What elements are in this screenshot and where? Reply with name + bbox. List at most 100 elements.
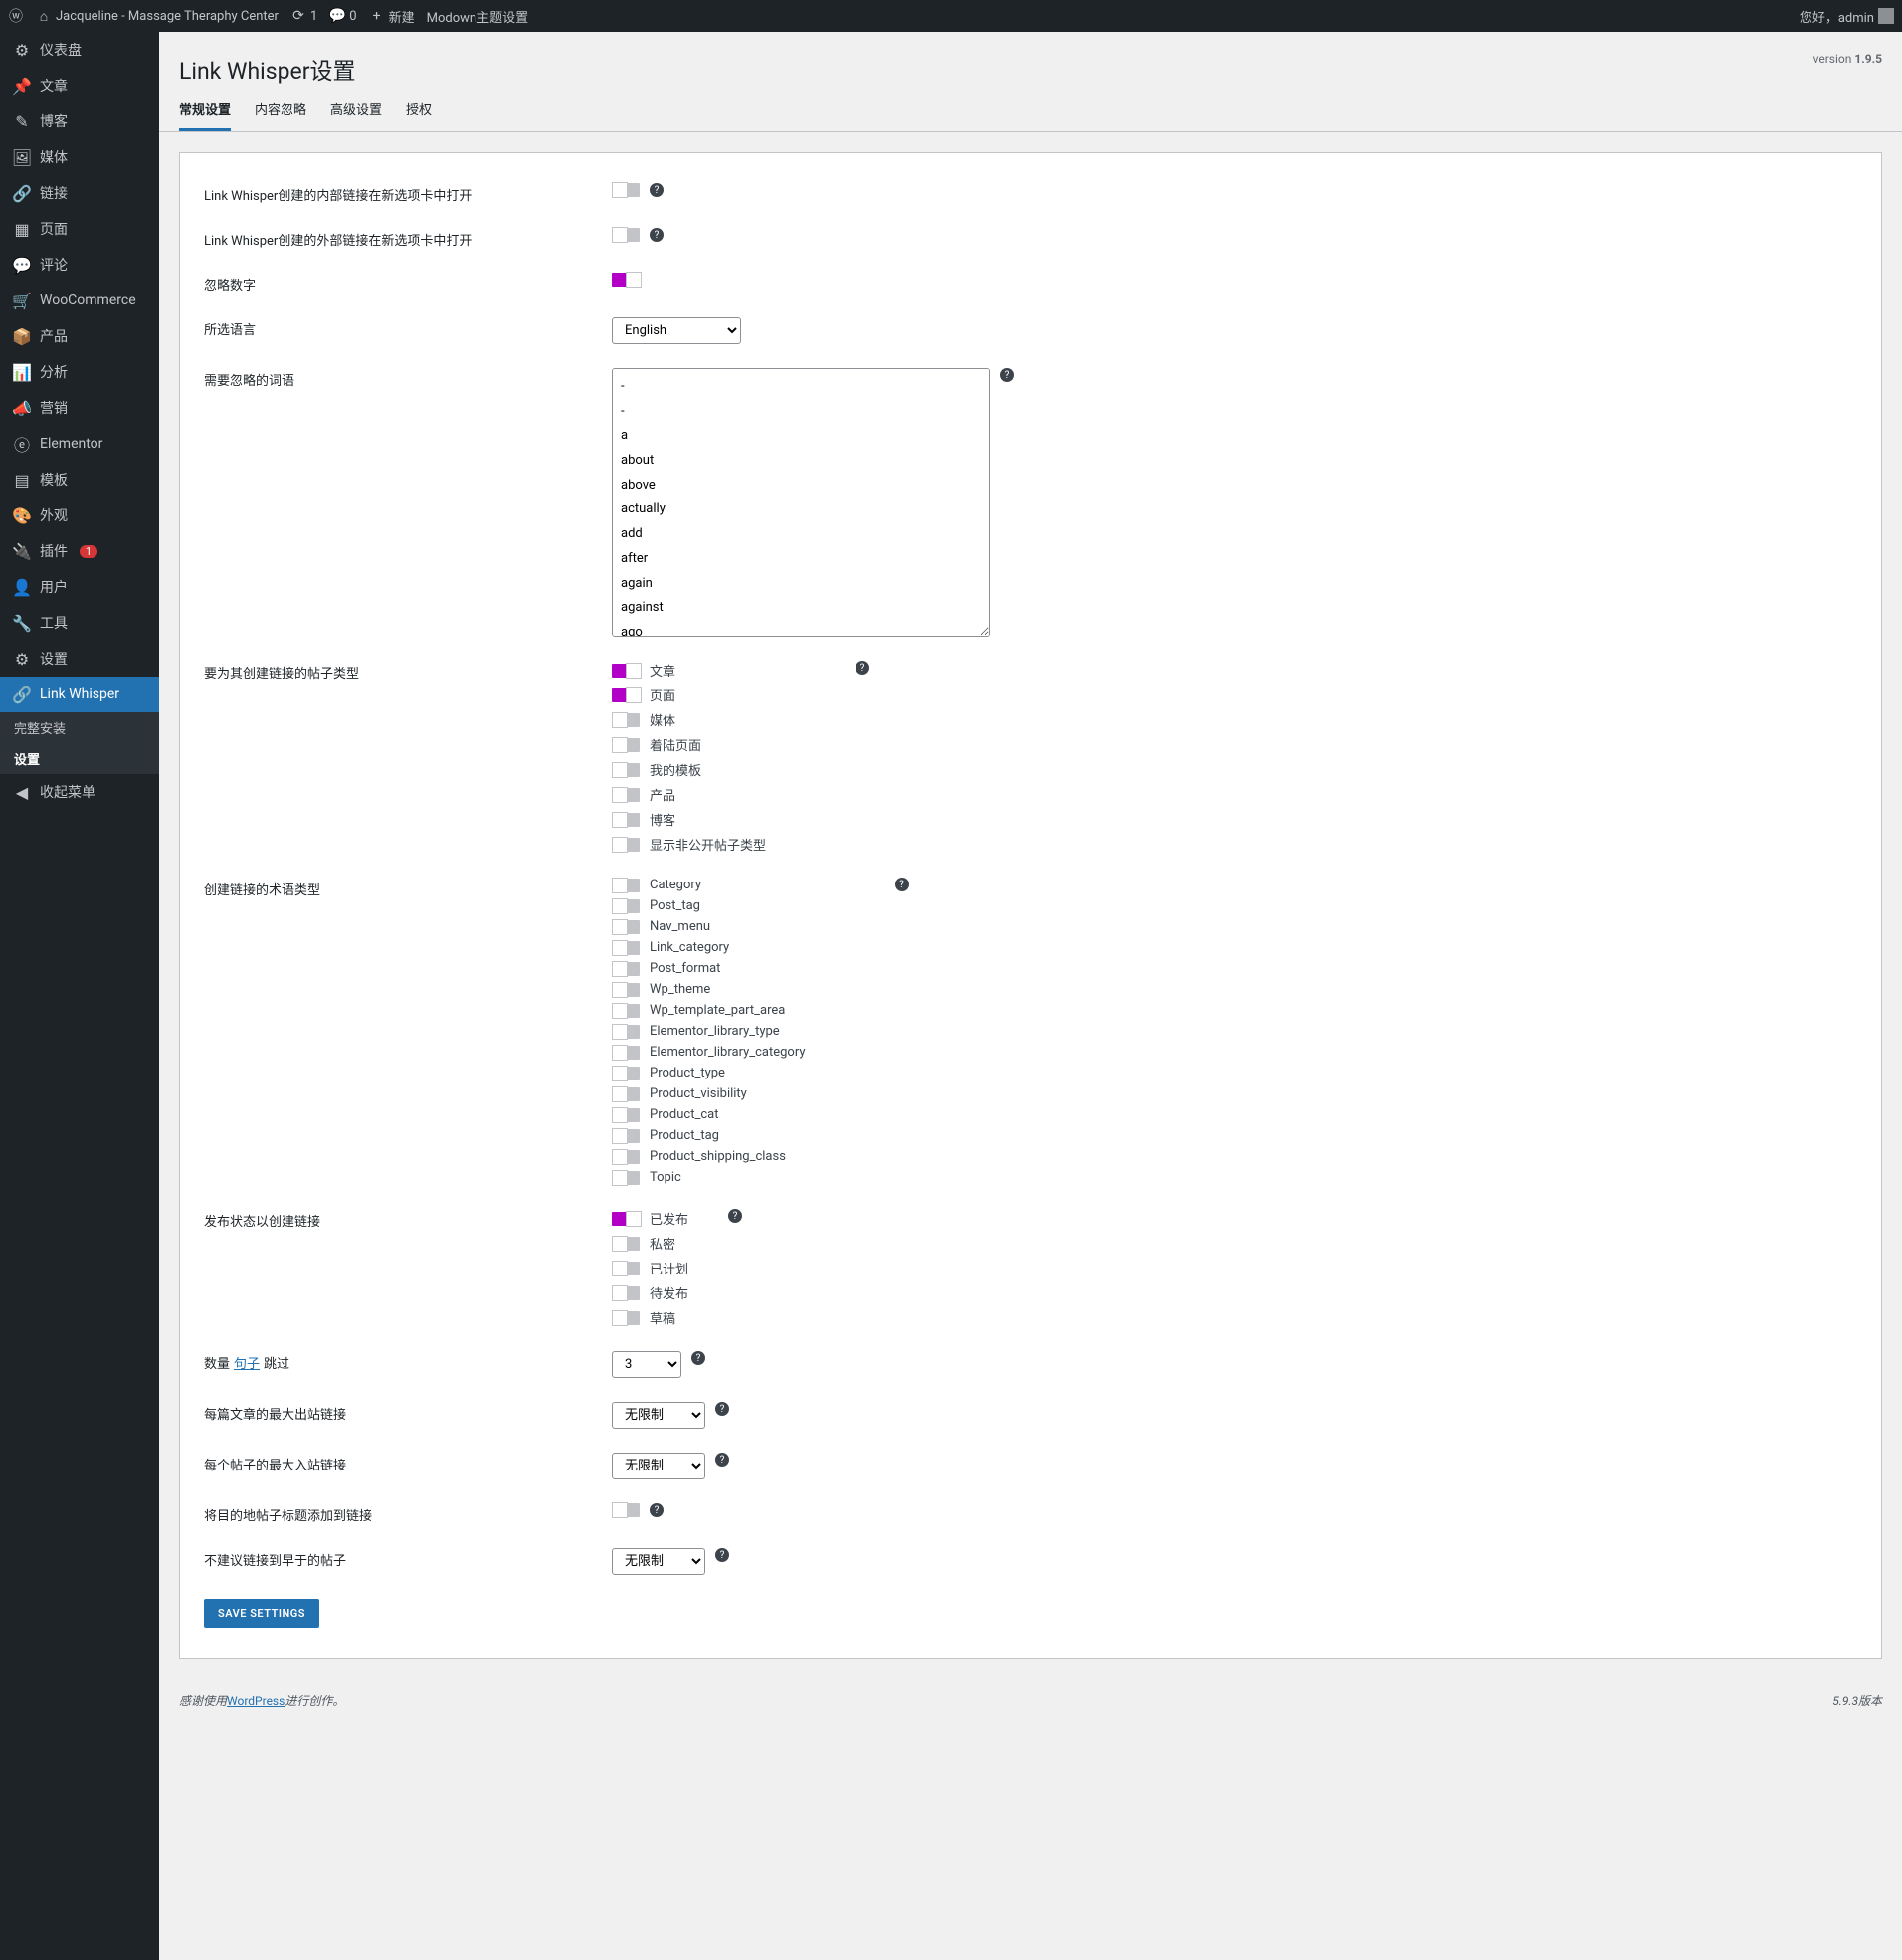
menu-item-3[interactable]: 🖼媒体	[0, 139, 159, 175]
toggle[interactable]	[612, 920, 640, 934]
toggle[interactable]	[612, 1212, 640, 1226]
toggle[interactable]	[612, 1237, 640, 1251]
help-icon[interactable]: ?	[728, 1209, 742, 1223]
toggle-label: Post_tag	[650, 898, 700, 913]
toggle[interactable]	[612, 688, 640, 702]
modown-link[interactable]: Modown主题设置	[427, 7, 528, 26]
help-icon[interactable]: ?	[1000, 368, 1014, 382]
add-title-toggle[interactable]	[612, 1503, 640, 1517]
publish-status-label: 发布状态以创建链接	[204, 1209, 612, 1230]
toggle[interactable]	[612, 1171, 640, 1185]
menu-label: 仪表盘	[40, 40, 82, 60]
menu-item-19[interactable]: ◀收起菜单	[0, 774, 159, 810]
help-icon[interactable]: ?	[715, 1548, 729, 1562]
help-icon[interactable]: ?	[856, 661, 869, 675]
toggle[interactable]	[612, 962, 640, 976]
help-icon[interactable]: ?	[650, 1503, 664, 1517]
menu-label: 评论	[40, 255, 68, 275]
sentence-link[interactable]: 句子	[234, 1357, 260, 1372]
badge: 1	[80, 545, 97, 558]
menu-item-17[interactable]: ⚙设置	[0, 641, 159, 677]
toggle[interactable]	[612, 788, 640, 802]
menu-icon: 📊	[12, 362, 32, 382]
menu-item-10[interactable]: 📣营销	[0, 390, 159, 426]
menu-item-5[interactable]: ▦页面	[0, 211, 159, 247]
menu-item-9[interactable]: 📊分析	[0, 354, 159, 390]
menu-item-1[interactable]: 📌文章	[0, 68, 159, 103]
menu-icon: 📦	[12, 326, 32, 346]
toggle[interactable]	[612, 1311, 640, 1325]
toggle[interactable]	[612, 1150, 640, 1164]
toggle-label: 待发布	[650, 1283, 688, 1302]
max-inbound-select[interactable]: 无限制	[612, 1453, 705, 1479]
menu-icon: 🛒	[12, 291, 32, 310]
menu-item-11[interactable]: ⓔElementor	[0, 426, 159, 462]
toggle[interactable]	[612, 1046, 640, 1060]
refresh-icon: ⟳	[290, 8, 306, 24]
tab[interactable]: 高级设置	[330, 99, 382, 131]
toggle[interactable]	[612, 1129, 640, 1143]
submenu-item[interactable]: 设置	[0, 743, 159, 774]
tab[interactable]: 内容忽略	[255, 99, 306, 131]
toggle[interactable]	[612, 813, 640, 827]
external-newtab-toggle[interactable]	[612, 228, 640, 242]
settings-tabs: 常规设置内容忽略高级设置授权	[159, 86, 1902, 132]
ignore-numbers-toggle[interactable]	[612, 273, 640, 287]
toggle[interactable]	[612, 1108, 640, 1122]
toggle[interactable]	[612, 1286, 640, 1300]
site-name-link[interactable]: ⌂Jacqueline - Massage Theraphy Center	[36, 8, 279, 24]
toggle[interactable]	[612, 1087, 640, 1101]
term-types-label: 创建链接的术语类型	[204, 878, 612, 898]
menu-item-18[interactable]: 🔗Link Whisper	[0, 677, 159, 712]
toggle[interactable]	[612, 983, 640, 997]
no-old-select[interactable]: 无限制	[612, 1548, 705, 1575]
menu-label: 收起菜单	[40, 782, 95, 802]
help-icon[interactable]: ?	[715, 1402, 729, 1416]
save-button[interactable]: SAVE SETTINGS	[204, 1599, 319, 1628]
menu-item-14[interactable]: 🔌插件1	[0, 533, 159, 569]
toggle[interactable]	[612, 713, 640, 727]
toggle[interactable]	[612, 879, 640, 892]
internal-newtab-toggle[interactable]	[612, 183, 640, 197]
toggle-label: Link_category	[650, 940, 729, 955]
menu-item-7[interactable]: 🛒WooCommerce	[0, 283, 159, 318]
help-icon[interactable]: ?	[691, 1351, 705, 1365]
max-outbound-select[interactable]: 无限制	[612, 1402, 705, 1429]
help-icon[interactable]: ?	[715, 1453, 729, 1467]
menu-item-0[interactable]: ⚙仪表盘	[0, 32, 159, 68]
menu-item-6[interactable]: 💬评论	[0, 247, 159, 283]
menu-item-8[interactable]: 📦产品	[0, 318, 159, 354]
wordpress-link[interactable]: WordPress	[227, 1694, 285, 1708]
toggle[interactable]	[612, 899, 640, 913]
comments-link[interactable]: 💬0	[329, 8, 356, 24]
ignore-words-textarea[interactable]: - - a about above actually add after aga…	[612, 368, 990, 637]
menu-item-4[interactable]: 🔗链接	[0, 175, 159, 211]
submenu-item[interactable]: 完整安装	[0, 712, 159, 743]
wp-logo[interactable]: ⓦ	[8, 8, 24, 24]
toggle[interactable]	[612, 763, 640, 777]
updates-link[interactable]: ⟳1	[290, 8, 317, 24]
menu-item-16[interactable]: 🔧工具	[0, 605, 159, 641]
tab[interactable]: 常规设置	[179, 99, 231, 131]
toggle[interactable]	[612, 1004, 640, 1018]
toggle[interactable]	[612, 664, 640, 678]
toggle[interactable]	[612, 1025, 640, 1039]
menu-item-15[interactable]: 👤用户	[0, 569, 159, 605]
help-icon[interactable]: ?	[895, 878, 909, 891]
tab[interactable]: 授权	[406, 99, 432, 131]
menu-item-2[interactable]: ✎博客	[0, 103, 159, 139]
menu-icon: 📣	[12, 398, 32, 418]
skip-select[interactable]: 3	[612, 1351, 681, 1378]
toggle[interactable]	[612, 1262, 640, 1275]
toggle[interactable]	[612, 738, 640, 752]
new-content-link[interactable]: +新建	[369, 7, 415, 26]
account-link[interactable]: 您好，admin	[1800, 7, 1894, 26]
help-icon[interactable]: ?	[650, 228, 664, 242]
menu-item-12[interactable]: ▤模板	[0, 462, 159, 497]
menu-item-13[interactable]: 🎨外观	[0, 497, 159, 533]
toggle[interactable]	[612, 838, 640, 852]
toggle[interactable]	[612, 941, 640, 955]
help-icon[interactable]: ?	[650, 183, 664, 197]
language-select[interactable]: English	[612, 317, 741, 344]
toggle[interactable]	[612, 1067, 640, 1080]
